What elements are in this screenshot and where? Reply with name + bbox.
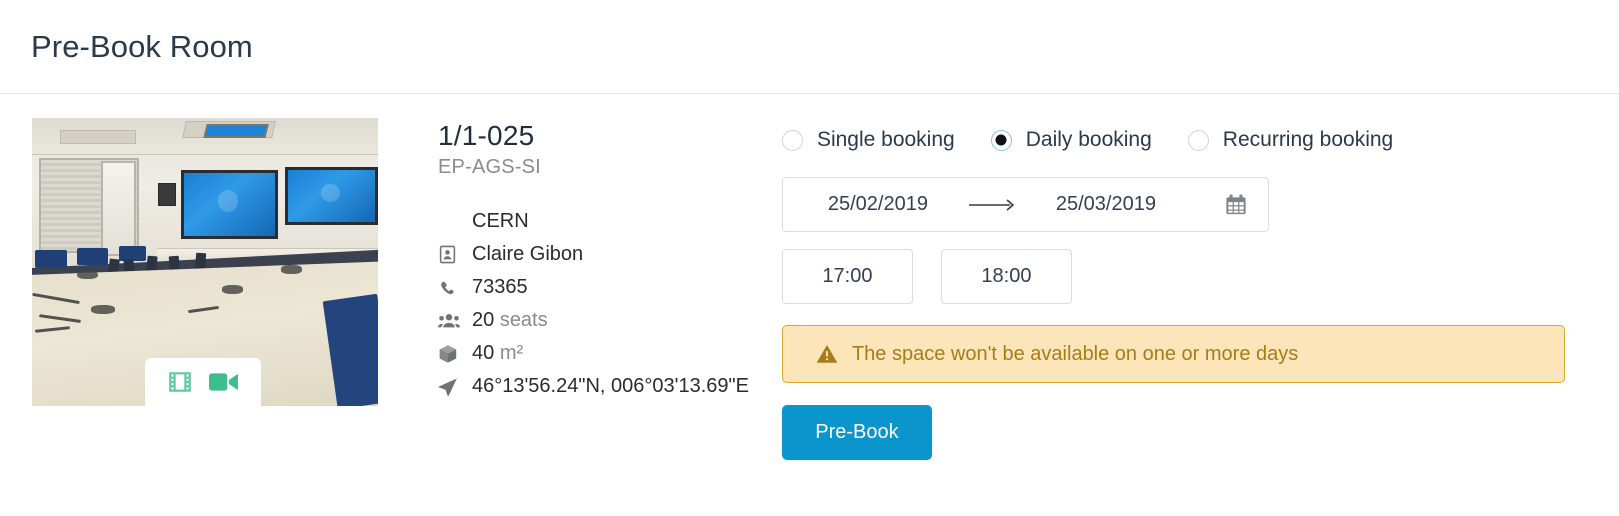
box-icon	[438, 344, 472, 364]
radio-recurring-booking[interactable]: Recurring booking	[1187, 128, 1394, 152]
detail-value: Claire Gibon	[472, 243, 584, 265]
pre-book-button[interactable]: Pre-Book	[781, 405, 932, 460]
detail-value: CERN	[472, 210, 529, 232]
end-time-input[interactable]: 18:00	[940, 249, 1072, 304]
radio-mark[interactable]	[1187, 129, 1209, 151]
detail-value: 40	[472, 342, 495, 364]
room-details-column: 1/1-025 EP-AGS-SI CERN Claire Gibon 7336…	[378, 118, 749, 460]
range-arrow-icon	[953, 198, 1031, 212]
detail-row-coordinates: 46°13'56.24"N, 006°03'13.69"E	[438, 370, 749, 403]
photo-control-panel	[158, 182, 176, 206]
detail-unit: m²	[499, 342, 524, 364]
photo-table-object	[281, 264, 302, 274]
detail-value: 20	[472, 309, 495, 331]
booking-type-radio-group: Single booking Daily booking Recurring b…	[781, 122, 1565, 158]
radio-single-booking[interactable]: Single booking	[781, 128, 955, 152]
photo-chair	[76, 247, 109, 265]
start-time-input[interactable]: 17:00	[781, 249, 913, 304]
room-department: EP-AGS-SI	[438, 156, 541, 178]
room-name: 1/1-025	[438, 120, 535, 151]
radio-label: Single booking	[816, 128, 955, 151]
photo-window	[101, 161, 136, 257]
date-range-field[interactable]: 25/02/2019 25/03/2019	[781, 177, 1269, 232]
page-title: Pre-Book Room	[31, 28, 253, 64]
room-photo[interactable]	[32, 118, 378, 406]
modal-header: Pre-Book Room	[0, 0, 1619, 94]
radio-mark[interactable]	[781, 129, 803, 151]
photo-ceiling-screen	[203, 123, 270, 139]
photo-display-screen	[284, 166, 378, 225]
id-card-icon	[438, 245, 472, 264]
location-arrow-icon	[438, 377, 472, 397]
detail-row-capacity: 20 seats	[438, 304, 749, 337]
start-date-input[interactable]: 25/02/2019	[803, 193, 953, 216]
phone-icon	[438, 278, 472, 297]
photo-table-object	[76, 270, 98, 280]
modal-body: 1/1-025 EP-AGS-SI CERN Claire Gibon 7336…	[0, 94, 1619, 460]
detail-row-phone: 73365	[438, 271, 749, 304]
detail-unit: seats	[499, 309, 548, 331]
detail-value: 46°13'56.24"N, 006°03'13.69"E	[472, 375, 749, 397]
photo-chair	[35, 250, 67, 268]
booking-form-column: Single booking Daily booking Recurring b…	[749, 118, 1565, 460]
room-photo-column	[0, 118, 378, 460]
pre-book-room-modal: Pre-Book Room 1/1-025 EP-AGS-SI CERN Cla…	[0, 0, 1619, 516]
photo-table-object	[222, 285, 244, 294]
availability-warning: The space won't be available on one or m…	[781, 325, 1565, 383]
users-icon	[438, 311, 472, 330]
room-detail-list: CERN Claire Gibon 73365 20 seats 40 m² 4…	[438, 205, 749, 403]
radio-label: Recurring booking	[1222, 128, 1394, 151]
end-date-input[interactable]: 25/03/2019	[1031, 193, 1181, 216]
video-camera-icon	[209, 369, 239, 395]
warning-triangle-icon	[816, 344, 838, 364]
warning-text: The space won't be available on one or m…	[851, 342, 1299, 365]
photo-table-object	[90, 305, 116, 314]
detail-row-owner: Claire Gibon	[438, 238, 749, 271]
detail-value: 73365	[472, 276, 528, 298]
detail-row-site: CERN	[438, 205, 749, 238]
radio-mark[interactable]	[990, 129, 1012, 151]
radio-daily-booking[interactable]: Daily booking	[990, 128, 1152, 152]
detail-row-surface: 40 m²	[438, 337, 749, 370]
film-strip-icon	[167, 369, 193, 395]
time-fields: 17:00 18:00	[781, 249, 1565, 304]
photo-ceiling-panel	[59, 129, 136, 144]
photo-display-screen	[180, 169, 278, 239]
radio-label: Daily booking	[1025, 128, 1152, 151]
calendar-icon[interactable]	[1224, 193, 1248, 217]
media-capability-badge	[145, 358, 261, 406]
